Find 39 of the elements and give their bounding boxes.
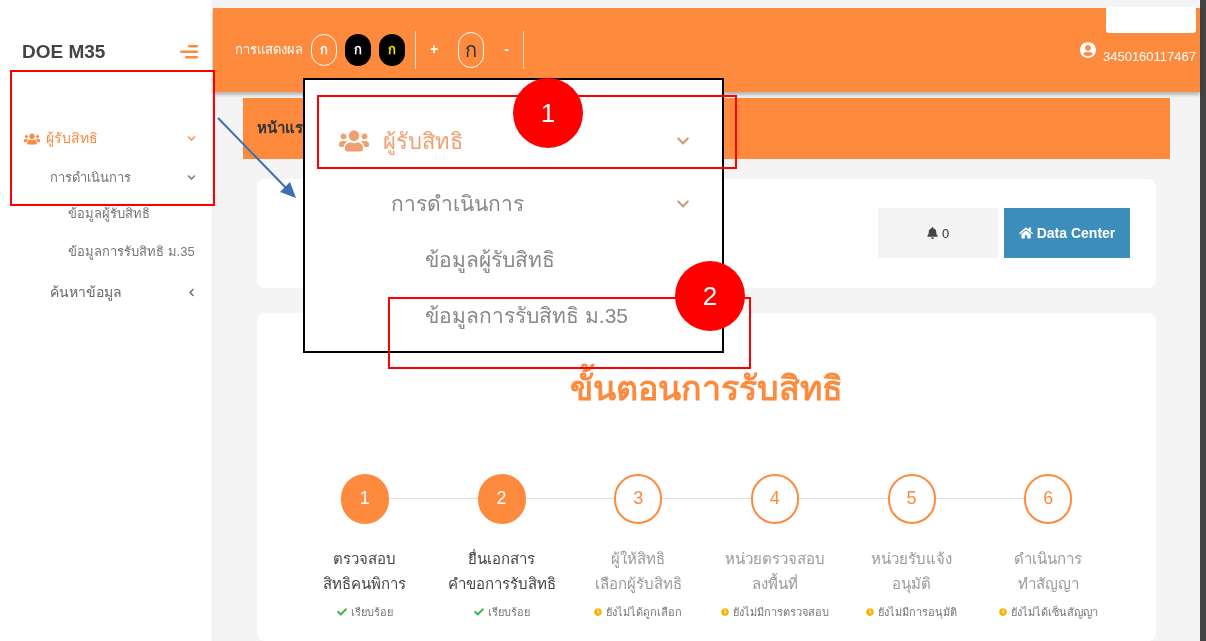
app-logo: DOE M35 — [22, 40, 106, 64]
people-icon — [339, 129, 369, 153]
bell-icon — [926, 227, 938, 240]
chevron-down-icon — [187, 134, 196, 143]
contrast-button[interactable]: ก — [379, 33, 405, 66]
notification-button[interactable]: 0 — [878, 208, 998, 259]
check-icon — [336, 606, 347, 617]
step-status: ยังไม่ได้ถูกเลือก — [606, 604, 683, 620]
step-status: ยังไม่ได้เซ็นสัญญา — [1010, 604, 1098, 620]
step-status: ยังไม่มีการอนุมัติ — [878, 604, 957, 620]
sidebar-item[interactable]: การดำเนินการ — [0, 160, 212, 195]
data-center-button[interactable]: Data Center — [1004, 208, 1130, 259]
breadcrumb[interactable]: หน้าแร — [257, 117, 303, 140]
clock-icon — [720, 607, 729, 616]
clock-icon — [998, 607, 1007, 616]
process-title: ขั้นตอนการรับสิทธิ — [570, 362, 843, 414]
contrast-button[interactable]: ก — [345, 33, 371, 66]
chevron-left-icon — [187, 288, 196, 297]
step-title: หน่วยตรวจสอบ ลงพื้นที่ — [724, 548, 825, 594]
step-title: หน่วยรับแจ้ง อนุมัติ — [871, 548, 952, 596]
user-icon — [1079, 40, 1096, 59]
sidebar-item[interactable]: ข้อมูลผู้รับสิทธิ — [0, 194, 212, 233]
sidebar-item[interactable]: ผู้รับสิทธิ — [0, 116, 212, 161]
step-status: เรียบร้อย — [487, 604, 530, 620]
step-status: เรียบร้อย — [350, 604, 393, 620]
menu-icon[interactable] — [180, 44, 198, 61]
clock-icon — [594, 607, 603, 616]
step-status: ยังไม่มีการตรวจสอบ — [732, 604, 829, 620]
display-label: การแสดงผล — [235, 41, 303, 59]
step-title: ตรวจสอบ สิทธิคนพิการ — [323, 548, 407, 594]
sidebar-item[interactable]: ค้นหาข้อมูล — [0, 270, 212, 315]
step-title: ดำเนินการ ทำสัญญา — [1014, 548, 1083, 594]
chevron-down-icon — [187, 173, 196, 182]
check-icon — [473, 606, 484, 617]
step-title: ยื่นเอกสาร คำขอการรับสิทธิ — [447, 548, 556, 594]
sidebar-item[interactable]: ข้อมูลการรับสิทธิ ม.35 — [0, 232, 212, 271]
step-title: ผู้ให้สิทธิ เลือกผู้รับสิทธิ — [594, 548, 682, 595]
clock-icon — [866, 607, 874, 616]
home-icon — [1018, 226, 1033, 241]
